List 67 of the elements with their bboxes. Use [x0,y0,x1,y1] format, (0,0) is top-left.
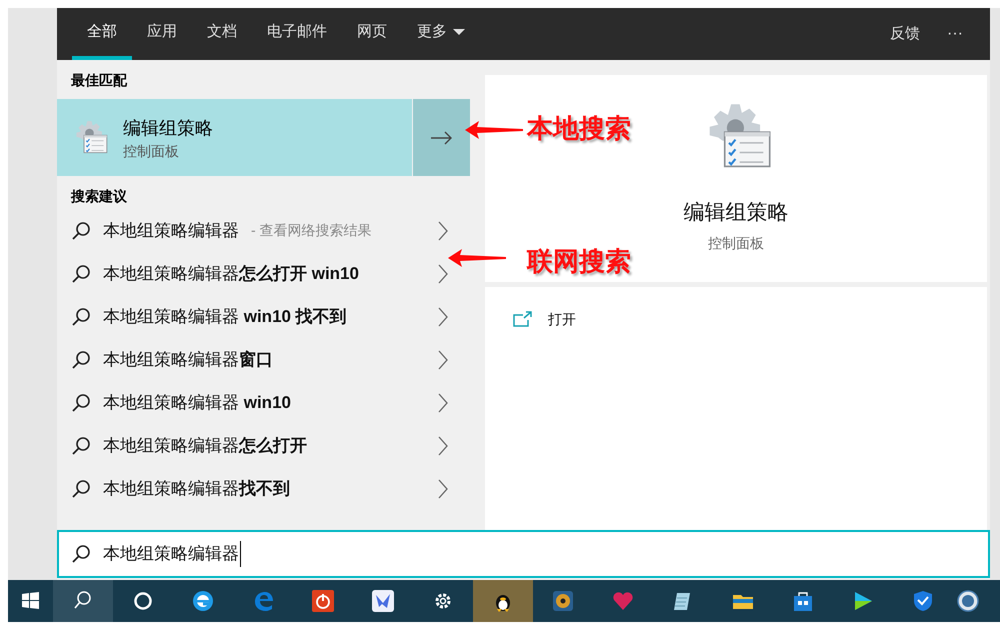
tab[interactable]: 更多 [402,8,480,60]
suggestion-text: 本地组策略编辑器怎么打开 win10 [103,262,359,285]
tab[interactable]: 应用 [132,8,192,60]
search-field[interactable]: 本地组策略编辑器 [57,530,990,578]
open-action[interactable]: 打开 [513,307,959,331]
suggestion-item[interactable]: 本地组策略编辑器怎么打开 [57,424,470,467]
chevron-right-icon [438,478,448,498]
chevron-right-icon [438,306,448,326]
tab[interactable]: 网页 [342,8,402,60]
e-logo-icon [192,590,214,612]
taskbar-button[interactable] [473,580,533,622]
globe-icon [957,590,979,612]
feedback-button[interactable]: 反馈 [875,8,936,60]
annotation-arrow [448,248,508,268]
circle-icon [132,590,154,612]
search-icon [71,478,91,498]
suggestion-item[interactable]: 本地组策略编辑器找不到 [57,467,470,510]
more-button[interactable]: ··· [935,8,975,60]
chevron-right-icon [438,392,448,412]
power-icon [312,590,334,612]
suggestion-hint: - 查看网络搜索结果 [251,221,372,240]
play-icon [852,590,874,612]
suggestion-text: 本地组策略编辑器 win10 找不到 [103,306,347,328]
section-heading: 最佳匹配 [70,71,128,90]
search-icon [71,392,91,412]
annotation-label: 联网搜索 [527,246,631,279]
chevron-right-icon [438,350,448,370]
search-icon [71,220,91,240]
section-heading: 搜索建议 [70,187,128,206]
shield-icon [912,590,934,612]
arrow-right-icon [430,130,452,144]
suggestion-text: 本地组策略编辑器窗口 [103,348,273,371]
suggestion-text: 本地组策略编辑器 win10 [103,392,291,414]
suggestion-text: 本地组策略编辑器 [103,220,239,242]
suggestion-item[interactable]: 本地组策略编辑器窗口 [57,338,470,381]
external-link-icon [513,311,533,327]
taskbar-button[interactable] [53,580,113,622]
chevron-right-icon [438,264,448,284]
suggestion-text: 本地组策略编辑器找不到 [103,478,290,500]
e-logo-icon [252,590,274,612]
search-icon [71,544,91,564]
heart-icon [612,590,634,612]
annotation-label: 本地搜索 [527,113,631,146]
suggestion-item[interactable]: 本地组策略编辑器 - 查看网络搜索结果 [57,209,470,252]
suggestion-item[interactable]: 本地组策略编辑器 win10 [57,381,470,424]
windows-logo-icon [20,590,42,612]
search-icon [71,306,91,326]
result-title: 编辑组策略 [123,116,213,140]
chevron-right-icon [438,220,448,240]
bird-icon [372,590,394,612]
tab[interactable]: 文档 [192,8,252,60]
tab[interactable]: 电子邮件 [252,8,342,60]
preview-title: 编辑组策略 [684,200,788,226]
search-icon [71,350,91,370]
search-icon [71,264,91,284]
best-match-item[interactable]: 编辑组策略 控制面板 [57,99,412,176]
chevron-right-icon [438,436,448,456]
preview-subtitle: 控制面板 [708,234,764,252]
shopping-bag-icon [792,590,814,612]
caret-icon [453,28,465,36]
suggestion-item[interactable]: 本地组策略编辑器怎么打开 win10 [57,252,470,295]
suggestion-text: 本地组策略编辑器怎么打开 [103,434,307,457]
search-icon [71,436,91,456]
annotation-arrow [465,120,525,140]
result-subtitle: 控制面板 [123,142,180,160]
suggestion-item[interactable]: 本地组策略编辑器 win10 找不到 [57,295,470,338]
tab[interactable]: 全部 [72,8,132,60]
